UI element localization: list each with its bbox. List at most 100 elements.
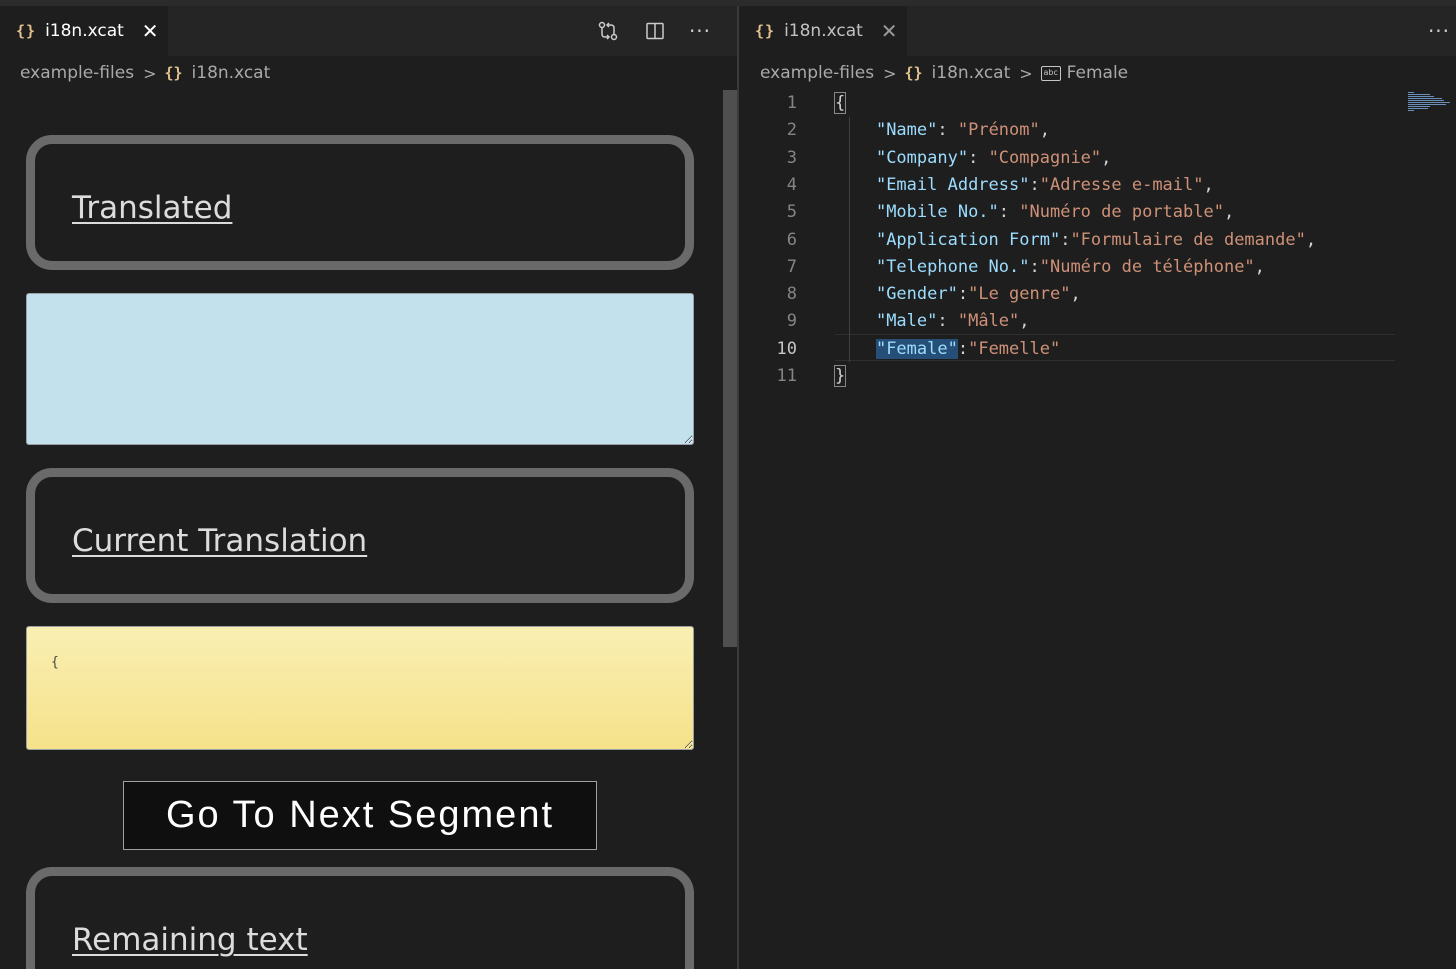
code-line[interactable]: "Name": "Prénom", <box>835 117 1050 144</box>
code-line[interactable]: "Female":"Femelle" <box>835 336 1060 363</box>
json-punctuation <box>835 339 876 359</box>
code-line[interactable]: "Email Address":"Adresse e-mail", <box>835 172 1214 199</box>
tab-i18n-webview[interactable]: {} i18n.xcat ✕ <box>0 6 168 56</box>
json-punctuation: : <box>937 120 958 141</box>
chevron-right-icon: > <box>883 63 897 83</box>
code-line[interactable]: } <box>833 363 847 390</box>
json-punctuation <box>835 202 876 222</box>
json-punctuation: : <box>1060 229 1071 250</box>
json-string: "Numéro de téléphone" <box>1039 256 1255 277</box>
json-key: "Female" <box>875 338 958 359</box>
string-symbol-icon: abc <box>1040 65 1061 81</box>
line-number: 7 <box>786 256 797 277</box>
code-line[interactable]: "Telephone No.":"Numéro de téléphone", <box>835 254 1265 281</box>
webview-scrollbar-thumb[interactable] <box>723 90 737 647</box>
current-translation-label-card: Current Translation <box>26 468 694 603</box>
json-string: "Mâle" <box>957 311 1020 332</box>
json-punctuation <box>835 148 876 168</box>
current-translation-textarea[interactable] <box>26 626 694 750</box>
left-editor-group: {} i18n.xcat ✕ ··· example-files > {} i1… <box>0 6 737 969</box>
json-string: "Femelle" <box>968 338 1061 359</box>
json-key: "Company" <box>875 147 969 168</box>
code-line[interactable]: { <box>833 90 847 117</box>
json-punctuation <box>835 175 876 195</box>
current-translation-heading: Current Translation <box>72 523 368 559</box>
tab-i18n-source[interactable]: {} i18n.xcat ✕ <box>739 6 907 56</box>
json-string: "Compagnie" <box>988 147 1102 168</box>
breadcrumb-file[interactable]: i18n.xcat <box>192 63 271 83</box>
json-key: "Gender" <box>875 284 958 305</box>
tab-label: i18n.xcat <box>784 21 863 41</box>
tab-label: i18n.xcat <box>45 21 124 41</box>
json-punctuation <box>835 257 876 277</box>
more-actions-icon[interactable]: ··· <box>1427 19 1451 43</box>
json-key: "Name" <box>875 120 938 141</box>
json-punctuation: } <box>833 365 847 387</box>
json-punctuation: , <box>1070 284 1081 305</box>
close-icon[interactable]: ✕ <box>881 21 898 41</box>
right-editor-group: {} i18n.xcat ✕ ··· example-files > {} i1… <box>739 6 1456 969</box>
code-line[interactable]: "Male": "Mâle", <box>835 308 1030 335</box>
line-number: 6 <box>786 229 797 250</box>
breadcrumb: example-files > {} i18n.xcat <box>20 58 270 88</box>
chevron-right-icon: > <box>143 63 157 83</box>
breadcrumb: example-files > {} i18n.xcat > abc Femal… <box>760 58 1128 88</box>
json-key: "Email Address" <box>875 174 1030 195</box>
json-punctuation: , <box>1223 202 1235 223</box>
json-punctuation <box>835 230 876 250</box>
code-line[interactable]: "Application Form":"Formulaire de demand… <box>835 227 1316 254</box>
line-number: 5 <box>786 202 797 223</box>
json-string: "Numéro de portable" <box>1019 202 1224 223</box>
json-braces-icon: {} <box>164 64 183 82</box>
remaining-text-heading: Remaining text <box>72 922 308 958</box>
breadcrumb-symbol[interactable]: Female <box>1067 63 1128 83</box>
minimap[interactable] <box>1404 90 1452 112</box>
translated-label-card: Translated <box>26 135 694 270</box>
line-number: 9 <box>786 311 797 332</box>
json-punctuation: , <box>1039 120 1050 141</box>
left-tab-bar: {} i18n.xcat ✕ ··· <box>0 6 737 56</box>
json-punctuation: , <box>1254 256 1265 277</box>
line-number: 3 <box>786 147 797 168</box>
line-number: 10 <box>776 338 797 359</box>
more-actions-icon[interactable]: ··· <box>688 19 712 43</box>
json-key: "Telephone No." <box>875 256 1030 277</box>
json-punctuation: : <box>1029 174 1040 195</box>
open-changes-icon[interactable] <box>596 19 620 43</box>
remaining-text-label-card: Remaining text <box>26 867 694 969</box>
json-punctuation: : <box>957 338 969 359</box>
json-string: "Adresse e-mail" <box>1039 174 1204 195</box>
json-key: "Mobile No." <box>875 202 999 223</box>
split-editor-icon[interactable] <box>643 19 667 43</box>
line-number: 8 <box>786 284 797 305</box>
json-punctuation: , <box>1305 229 1317 250</box>
translated-textarea[interactable] <box>26 293 694 445</box>
line-number: 11 <box>776 366 797 386</box>
json-key: "Application Form" <box>875 229 1061 250</box>
go-to-next-segment-button[interactable]: Go To Next Segment <box>123 781 597 850</box>
json-punctuation <box>835 311 876 331</box>
json-punctuation: : <box>937 311 958 332</box>
json-braces-icon: {} <box>755 22 776 40</box>
translation-webview: Translated Current Translation Go To Nex… <box>0 90 720 969</box>
json-punctuation: , <box>1203 174 1214 195</box>
code-line[interactable]: "Mobile No.": "Numéro de portable", <box>835 199 1234 226</box>
close-icon[interactable]: ✕ <box>142 21 159 41</box>
code-line[interactable]: "Company": "Compagnie", <box>835 145 1111 172</box>
json-braces-icon: {} <box>16 22 37 40</box>
translated-heading: Translated <box>72 190 233 226</box>
code-line[interactable]: "Gender":"Le genre", <box>835 281 1081 308</box>
json-string: "Le genre" <box>968 284 1071 305</box>
json-braces-icon: {} <box>904 64 923 82</box>
json-punctuation: : <box>957 284 969 305</box>
json-punctuation: , <box>1019 311 1030 332</box>
json-key: "Male" <box>875 311 938 332</box>
line-number: 4 <box>786 174 797 195</box>
json-punctuation: : <box>1029 256 1040 277</box>
json-string: "Prénom" <box>957 120 1040 141</box>
breadcrumb-folder[interactable]: example-files <box>760 63 874 83</box>
breadcrumb-folder[interactable]: example-files <box>20 63 134 83</box>
breadcrumb-file[interactable]: i18n.xcat <box>932 63 1011 83</box>
line-number: 2 <box>786 120 797 141</box>
chevron-right-icon: > <box>1019 63 1033 83</box>
